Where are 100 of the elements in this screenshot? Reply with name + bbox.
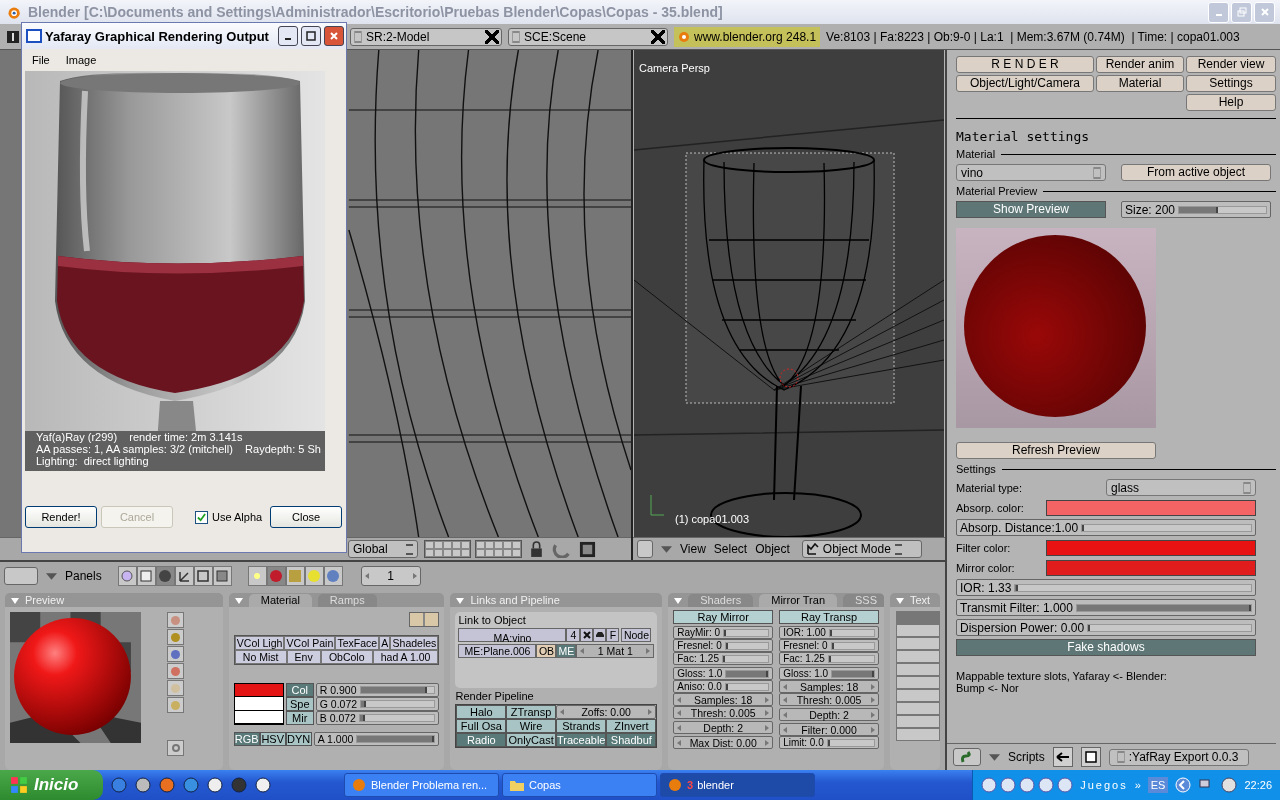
lock-icon[interactable] [528, 540, 545, 558]
toggle-button[interactable]: ObColo [320, 650, 373, 664]
value-slider[interactable]: RayMir: 0 [673, 626, 774, 639]
pipeline-toggle[interactable]: OnlyCast [506, 733, 556, 747]
editor-type-button[interactable] [637, 540, 653, 558]
pipeline-toggle[interactable]: ZInvert [606, 719, 657, 733]
material-dropdown[interactable]: vino [956, 164, 1106, 181]
texture-slot[interactable] [896, 676, 940, 689]
pipeline-toggle[interactable]: ZTransp [506, 705, 556, 719]
color-channel-button[interactable]: Spe [285, 697, 314, 711]
number-field[interactable]: Samples: 18 [779, 680, 879, 693]
panel-button[interactable]: Render view [1186, 56, 1276, 73]
pipeline-toggle[interactable]: Strands [555, 719, 607, 733]
show-preview-toggle[interactable]: Show Preview [956, 201, 1106, 218]
toggle-button[interactable]: VCol Pain [284, 636, 336, 650]
toggle-button[interactable]: VCol Ligh [234, 636, 285, 650]
toggle-button[interactable]: TexFace [335, 636, 380, 650]
toggle-button[interactable]: had A 1.00 [372, 650, 439, 664]
value-slider[interactable]: Fac: 1.25 [779, 652, 879, 665]
panel-button[interactable]: Material [1096, 75, 1184, 92]
user-count[interactable]: 4 [566, 628, 581, 642]
delete-icon[interactable] [485, 29, 499, 44]
delete-icon[interactable] [651, 29, 665, 44]
panel-button[interactable]: Object/Light/Camera [956, 75, 1094, 92]
pipeline-toggle[interactable]: Halo [456, 705, 507, 719]
value-slider[interactable]: Absorp. Distance:1.00 [956, 519, 1256, 536]
refresh-preview-button[interactable]: Refresh Preview [956, 442, 1156, 459]
preview-option-button[interactable] [167, 740, 184, 756]
texture-slot[interactable] [896, 689, 940, 702]
taskbar-button[interactable]: Blender Problema ren... [344, 773, 499, 797]
fake-user-button[interactable]: F [606, 628, 620, 642]
number-field[interactable]: Samples: 18 [673, 693, 774, 706]
pipeline-toggle[interactable]: Shadbuf [606, 733, 657, 747]
panel-tab[interactable]: Mirror Tran [759, 594, 837, 607]
unlink-button[interactable] [580, 628, 594, 642]
number-field[interactable]: Thresh: 0.005 [673, 706, 774, 719]
mode-dropdown[interactable]: Object Mode [801, 540, 922, 558]
script-dropdown[interactable]: :YafRay Export 0.0.3 [1108, 748, 1249, 766]
checkbox[interactable] [195, 510, 208, 524]
value-slider[interactable]: Gloss: 1.0 [779, 667, 879, 680]
texture-slot[interactable] [896, 715, 940, 728]
ray-toggle-button[interactable]: Ray Transp [779, 610, 879, 624]
value-slider[interactable]: Dispersion Power: 0.00 [956, 619, 1256, 636]
preview-shape-button[interactable] [167, 697, 184, 713]
taskbar-button[interactable]: 3 blender [660, 773, 815, 797]
number-field[interactable]: Max Dist: 0.00 [673, 736, 774, 749]
menu-item[interactable]: Object [755, 542, 790, 556]
dialog-button[interactable]: Render! [25, 506, 97, 528]
orientation-dropdown[interactable]: Global [348, 540, 418, 558]
dialog-button[interactable]: Close [270, 506, 343, 528]
texture-slot[interactable] [896, 624, 940, 637]
number-field[interactable]: Zoffs: 0.00 [555, 705, 657, 719]
editor-type-button[interactable] [953, 748, 981, 766]
mesh-field[interactable]: ME:Plane.006 [458, 644, 537, 658]
number-field[interactable]: Depth: 2 [779, 708, 879, 721]
menu-item[interactable]: Image [65, 54, 97, 66]
color-swatch[interactable] [1046, 539, 1256, 556]
owner-toggle[interactable]: OB [536, 644, 557, 658]
value-slider[interactable]: Limit: 0.0 [779, 736, 879, 749]
from-active-button[interactable]: From active object [1121, 164, 1271, 181]
panel-button[interactable]: Render anim [1096, 56, 1184, 73]
panel-button[interactable]: R E N D E R [956, 56, 1094, 73]
color-channel-button[interactable]: Col [285, 683, 314, 697]
preview-shape-button[interactable] [167, 663, 184, 679]
value-slider[interactable]: B 0.072 [315, 711, 440, 725]
pipeline-toggle[interactable]: Full Osa [456, 719, 507, 733]
material-index-field[interactable]: 1 Mat 1 [576, 644, 655, 658]
panel-button[interactable]: Help [1186, 94, 1276, 111]
texture-slot[interactable] [896, 702, 940, 715]
image-icon[interactable] [579, 540, 596, 558]
color-mode-button[interactable]: HSV [259, 732, 286, 746]
color-swatch[interactable] [234, 684, 283, 698]
value-slider[interactable]: Fresnel: 0 [673, 639, 774, 652]
toggle-button[interactable]: No Mist [234, 650, 287, 664]
texture-slot[interactable] [896, 650, 940, 663]
menu-item[interactable]: Panels [65, 569, 102, 583]
menu-item[interactable]: File [32, 54, 50, 66]
menu-item[interactable]: Select [713, 542, 748, 556]
editor-type-button[interactable] [4, 567, 38, 585]
collapse-icon[interactable] [661, 545, 672, 553]
owner-toggle[interactable]: ME [556, 644, 577, 658]
menu-item[interactable]: Scripts [1008, 750, 1045, 764]
minimize-button[interactable] [278, 26, 298, 46]
pipeline-toggle[interactable]: Radio [456, 733, 507, 747]
number-field[interactable]: Filter: 0.000 [779, 723, 879, 736]
scene-field[interactable]: SCE:Scene [508, 27, 668, 46]
panel-tab[interactable]: Material [248, 594, 312, 607]
maximize-button[interactable] [301, 26, 321, 46]
value-slider[interactable]: Transmit Filter: 1.000 [956, 599, 1256, 616]
menu-item[interactable]: View [680, 542, 706, 556]
back-arrow-button[interactable] [1052, 747, 1073, 767]
taskbar-button[interactable]: Copas [502, 773, 657, 797]
value-slider[interactable]: Gloss: 1.0 [673, 667, 774, 680]
toggle-button[interactable]: Env [286, 650, 321, 664]
number-field[interactable]: Thresh: 0.005 [779, 693, 879, 706]
preview-shape-button[interactable] [167, 612, 184, 628]
preview-shape-button[interactable] [167, 629, 184, 645]
value-slider[interactable]: Size: 200 [1121, 201, 1271, 218]
material-field[interactable]: MA:vino [458, 628, 567, 642]
toggle-button[interactable]: Fake shadows [956, 639, 1256, 656]
